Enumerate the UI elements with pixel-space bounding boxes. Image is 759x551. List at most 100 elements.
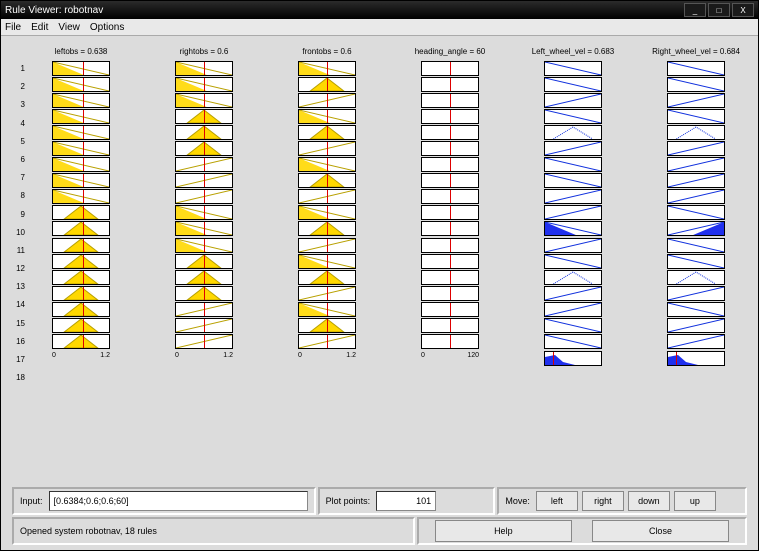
mf-cell[interactable] [52, 254, 110, 269]
input-marker[interactable] [83, 142, 84, 155]
mf-cell[interactable] [298, 109, 356, 124]
mf-cell[interactable] [544, 77, 602, 92]
mf-cell[interactable] [544, 125, 602, 140]
mf-cell[interactable] [52, 173, 110, 188]
mf-cell[interactable] [52, 221, 110, 236]
mf-cell[interactable] [298, 93, 356, 108]
mf-cell[interactable] [52, 109, 110, 124]
mf-cell[interactable] [421, 77, 479, 92]
input-marker[interactable] [450, 158, 451, 171]
input-marker[interactable] [83, 222, 84, 235]
input-marker[interactable] [204, 255, 205, 268]
mf-cell[interactable] [421, 286, 479, 301]
input-marker[interactable] [327, 126, 328, 139]
mf-cell[interactable] [175, 286, 233, 301]
input-marker[interactable] [450, 126, 451, 139]
input-marker[interactable] [204, 335, 205, 348]
input-marker[interactable] [327, 110, 328, 123]
mf-cell[interactable] [175, 318, 233, 333]
mf-cell[interactable] [667, 238, 725, 253]
input-marker[interactable] [327, 287, 328, 300]
mf-cell[interactable] [298, 125, 356, 140]
mf-cell[interactable] [544, 189, 602, 204]
mf-cell[interactable] [667, 157, 725, 172]
input-marker[interactable] [83, 94, 84, 107]
mf-cell[interactable] [298, 302, 356, 317]
mf-cell[interactable] [421, 302, 479, 317]
mf-cell[interactable] [175, 302, 233, 317]
input-marker[interactable] [327, 335, 328, 348]
mf-cell[interactable] [667, 270, 725, 285]
mf-cell[interactable] [544, 286, 602, 301]
mf-cell[interactable] [421, 205, 479, 220]
mf-cell[interactable] [667, 205, 725, 220]
mf-cell[interactable] [421, 221, 479, 236]
mf-cell[interactable] [421, 61, 479, 76]
mf-cell[interactable] [544, 205, 602, 220]
input-marker[interactable] [204, 142, 205, 155]
input-marker[interactable] [327, 271, 328, 284]
mf-cell[interactable] [298, 334, 356, 349]
mf-cell[interactable] [667, 141, 725, 156]
mf-cell[interactable] [175, 221, 233, 236]
input-marker[interactable] [450, 319, 451, 332]
input-marker[interactable] [450, 110, 451, 123]
mf-cell[interactable] [544, 93, 602, 108]
mf-cell[interactable] [544, 221, 602, 236]
input-field[interactable]: [0.6384;0.6;0.6;60] [49, 491, 308, 511]
mf-cell[interactable] [421, 141, 479, 156]
input-marker[interactable] [450, 287, 451, 300]
mf-cell[interactable] [421, 93, 479, 108]
input-marker[interactable] [327, 62, 328, 75]
mf-cell[interactable] [298, 238, 356, 253]
close-button[interactable]: Close [592, 520, 729, 542]
mf-cell[interactable] [52, 61, 110, 76]
mf-cell[interactable] [52, 302, 110, 317]
input-marker[interactable] [83, 78, 84, 91]
menu-view[interactable]: View [58, 22, 80, 33]
mf-cell[interactable] [175, 334, 233, 349]
mf-cell[interactable] [298, 189, 356, 204]
input-marker[interactable] [204, 287, 205, 300]
mf-cell[interactable] [544, 302, 602, 317]
mf-cell[interactable] [52, 125, 110, 140]
input-marker[interactable] [204, 158, 205, 171]
input-marker[interactable] [83, 271, 84, 284]
mf-cell[interactable] [175, 157, 233, 172]
move-left-button[interactable]: left [536, 491, 578, 511]
mf-cell[interactable] [298, 318, 356, 333]
mf-cell[interactable] [421, 189, 479, 204]
mf-cell[interactable] [298, 205, 356, 220]
mf-cell[interactable] [421, 270, 479, 285]
mf-cell[interactable] [175, 238, 233, 253]
mf-cell[interactable] [421, 334, 479, 349]
input-marker[interactable] [327, 78, 328, 91]
mf-cell[interactable] [421, 238, 479, 253]
mf-cell[interactable] [52, 334, 110, 349]
mf-cell[interactable] [421, 109, 479, 124]
mf-cell[interactable] [52, 286, 110, 301]
mf-cell[interactable] [52, 205, 110, 220]
input-marker[interactable] [450, 239, 451, 252]
mf-cell[interactable] [175, 254, 233, 269]
input-marker[interactable] [327, 255, 328, 268]
input-marker[interactable] [83, 158, 84, 171]
mf-cell[interactable] [52, 77, 110, 92]
input-marker[interactable] [327, 174, 328, 187]
mf-cell[interactable] [298, 173, 356, 188]
mf-cell[interactable] [421, 254, 479, 269]
mf-cell[interactable] [52, 318, 110, 333]
input-marker[interactable] [327, 239, 328, 252]
mf-cell[interactable] [667, 93, 725, 108]
mf-cell[interactable] [175, 109, 233, 124]
mf-cell[interactable] [298, 141, 356, 156]
input-marker[interactable] [450, 78, 451, 91]
aggregate-output[interactable] [544, 351, 602, 366]
move-right-button[interactable]: right [582, 491, 624, 511]
mf-cell[interactable] [667, 77, 725, 92]
mf-cell[interactable] [667, 189, 725, 204]
menu-options[interactable]: Options [90, 22, 124, 33]
mf-cell[interactable] [544, 254, 602, 269]
input-marker[interactable] [83, 206, 84, 219]
mf-cell[interactable] [175, 93, 233, 108]
